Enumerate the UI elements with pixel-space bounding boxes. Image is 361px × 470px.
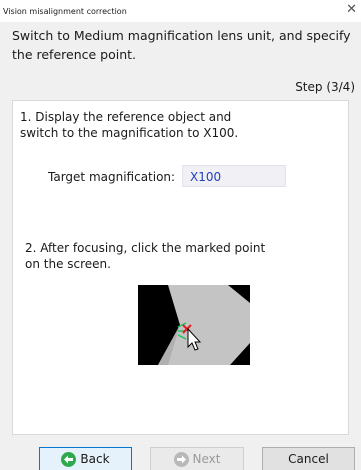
cancel-button[interactable]: Cancel xyxy=(262,447,355,470)
back-button[interactable]: Back xyxy=(39,447,132,470)
instruction-step-2: 2. After focusing, click the marked poin… xyxy=(25,241,266,271)
next-button[interactable]: Next xyxy=(150,447,244,470)
reference-image xyxy=(138,285,250,365)
window-title: Vision misalignment correction xyxy=(3,6,127,16)
close-icon[interactable]: ✕ xyxy=(346,2,357,18)
target-magnification-field: X100 xyxy=(182,165,286,187)
next-button-label: Next xyxy=(192,452,221,466)
instruction-step-1: 1. Display the reference object and swit… xyxy=(20,110,239,140)
arrow-right-circle-icon xyxy=(173,451,189,467)
back-button-label: Back xyxy=(80,452,110,466)
title-bar: Vision misalignment correction ✕ xyxy=(0,0,361,22)
header-instruction: Switch to Medium magnification lens unit… xyxy=(12,28,351,62)
cancel-button-label: Cancel xyxy=(288,452,329,466)
camera-view[interactable] xyxy=(138,285,250,365)
step-indicator: Step (3/4) xyxy=(295,80,355,94)
target-magnification-label: Target magnification: xyxy=(48,170,176,184)
arrow-left-circle-icon xyxy=(61,451,77,467)
